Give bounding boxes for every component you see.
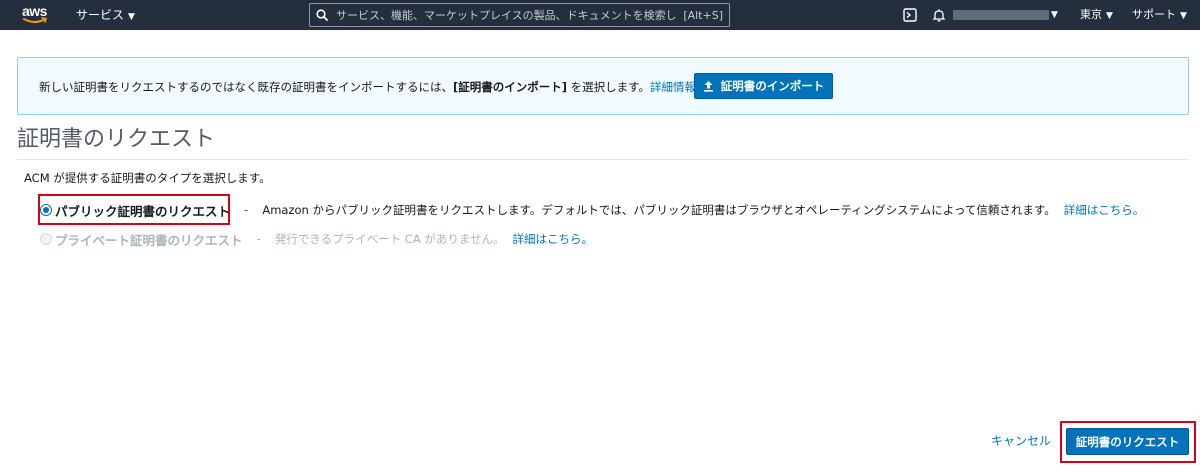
option-public-label[interactable]: パブリック証明書のリクエスト xyxy=(55,201,230,220)
option-private-description: 発行できるプライベート CA がありません。 xyxy=(274,232,505,246)
support-label: サポート xyxy=(1132,8,1176,21)
page-subtitle: ACM が提供する証明書のタイプを選択します。 xyxy=(24,171,271,185)
option-public-description: Amazon からパブリック証明書をリクエストします。デフォルトでは、パブリック… xyxy=(262,203,1056,217)
top-navigation-bar: aws サービス▼ [Alt+S] ▼ 東京▼ サポート▼ xyxy=(0,0,1200,30)
page-title: 証明書のリクエスト xyxy=(17,127,216,152)
cancel-button[interactable]: キャンセル xyxy=(991,433,1051,449)
title-divider xyxy=(17,159,1189,160)
option-public-certificate[interactable]: パブリック証明書のリクエスト - Amazon からパブリック証明書をリクエスト… xyxy=(40,197,1144,223)
aws-smile-icon xyxy=(23,17,48,23)
option-private-label: プライベート証明書のリクエスト xyxy=(55,232,243,248)
chevron-down-icon: ▼ xyxy=(128,12,135,22)
import-certificate-button[interactable]: 証明書のインポート xyxy=(694,73,833,99)
request-certificate-button[interactable]: 証明書のリクエスト xyxy=(1066,428,1189,455)
search-input[interactable] xyxy=(334,8,684,22)
option-private-learn-more-link[interactable]: 詳細はこちら。 xyxy=(513,231,594,247)
aws-logo[interactable]: aws xyxy=(22,3,52,27)
account-name-redacted[interactable] xyxy=(953,10,1049,20)
import-info-banner: 新しい証明書をリクエストするのではなく既存の証明書をインポートするには、[証明書… xyxy=(17,57,1189,115)
bell-icon[interactable] xyxy=(931,7,947,23)
option-private-certificate: プライベート証明書のリクエスト - 発行できるプライベート CA がありません。… xyxy=(40,226,593,252)
banner-text: 新しい証明書をリクエストするのではなく既存の証明書をインポートするには、[証明書… xyxy=(39,79,708,95)
services-label: サービス xyxy=(76,8,125,22)
support-menu[interactable]: サポート ▼ xyxy=(1132,7,1187,24)
region-selector[interactable]: 東京 ▼ xyxy=(1080,7,1113,24)
banner-text-after: を選択します。 xyxy=(567,80,651,94)
option-public-separator: - xyxy=(244,203,249,217)
upload-icon xyxy=(703,80,714,92)
cloudshell-icon[interactable] xyxy=(902,7,918,23)
account-chevron-down-icon[interactable]: ▼ xyxy=(1051,7,1058,23)
radio-private-certificate xyxy=(40,233,52,245)
search-icon xyxy=(310,4,334,26)
region-label: 東京 xyxy=(1080,8,1102,21)
banner-text-bold: [証明書のインポート] xyxy=(453,80,568,94)
option-public-learn-more-link[interactable]: 詳細はこちら。 xyxy=(1064,202,1145,218)
radio-public-certificate[interactable] xyxy=(40,204,52,216)
search-bar[interactable]: [Alt+S] xyxy=(309,3,730,27)
services-menu[interactable]: サービス ▼ xyxy=(76,7,135,25)
chevron-down-icon: ▼ xyxy=(1106,11,1113,21)
search-shortcut-hint: [Alt+S] xyxy=(683,8,723,22)
chevron-down-icon: ▼ xyxy=(1180,11,1187,21)
option-private-separator: - xyxy=(256,232,261,246)
banner-text-before: 新しい証明書をリクエストするのではなく既存の証明書をインポートするには、 xyxy=(39,80,453,94)
import-button-label: 証明書のインポート xyxy=(720,79,825,93)
